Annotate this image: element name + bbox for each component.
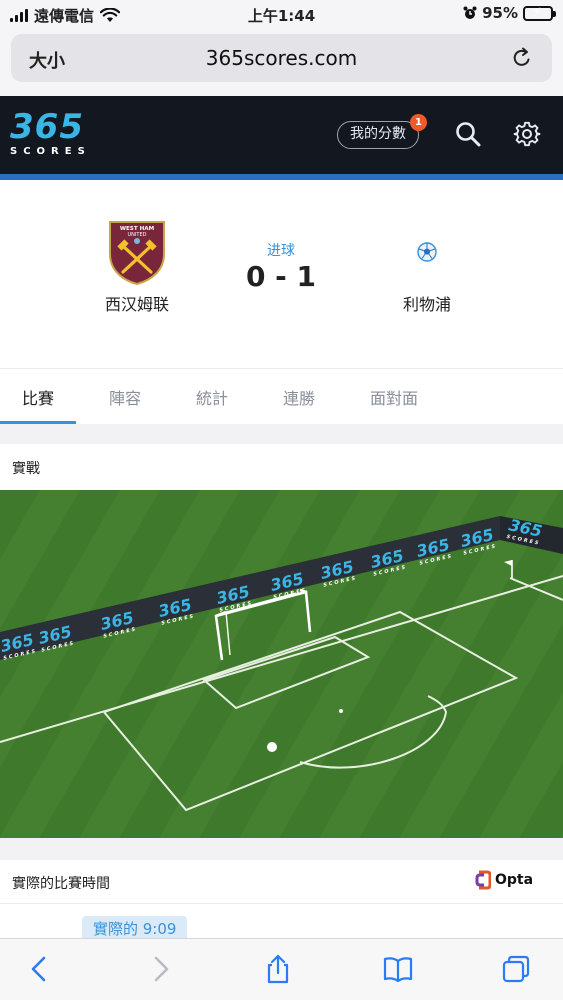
penalty-spot [339, 709, 343, 713]
app-logo[interactable]: 365 SCORES [10, 110, 91, 157]
live-section-header: 實戰 [0, 444, 563, 490]
my-scores-button[interactable]: 我的分數 [337, 121, 419, 149]
back-icon[interactable] [24, 953, 56, 985]
battery-percent: 95% [482, 4, 518, 22]
active-tab-indicator [0, 421, 76, 424]
live-section-title: 實戰 [12, 461, 40, 477]
match-status: 进球 [267, 243, 295, 259]
search-icon[interactable] [454, 120, 482, 148]
tab-head-to-head[interactable]: 面對面 [370, 385, 418, 409]
home-team-name[interactable]: 西汉姆联 [90, 291, 184, 315]
west-ham-crest[interactable]: WEST HAM UNITED [108, 220, 166, 286]
live-pitch-view: 365SCORES 365SCORES 365SCORES 365SCORES … [0, 490, 563, 838]
match-header: WEST HAM UNITED 西汉姆联 进球 0 - 1 利物浦 [0, 180, 563, 368]
svg-text:UNITED: UNITED [128, 232, 147, 238]
tab-streaks[interactable]: 連勝 [283, 385, 315, 409]
notification-badge: 1 [410, 114, 427, 131]
match-tabs: 比賽 陣容 統計 連勝 面對面 [0, 368, 563, 424]
gear-icon[interactable] [513, 120, 541, 148]
ball-position [267, 742, 277, 752]
battery-icon: ⚡ [523, 5, 556, 21]
tabs-icon[interactable] [500, 953, 532, 985]
address-bar[interactable]: 大小 365scores.com [11, 34, 552, 82]
bookmarks-icon[interactable] [382, 953, 414, 985]
forward-icon[interactable] [144, 953, 176, 985]
match-score: 0 - 1 [245, 260, 317, 293]
match-time-title: 實際的比賽時間 [12, 876, 110, 892]
reload-icon[interactable] [510, 46, 534, 70]
browser-toolbar [0, 938, 563, 1000]
status-bar: 遠傳電信 上午1:44 95% ⚡ [0, 0, 563, 30]
soccer-ball-icon[interactable] [417, 242, 437, 262]
share-icon[interactable] [262, 953, 294, 985]
tab-match[interactable]: 比賽 [22, 385, 54, 409]
opta-logo: Opta [475, 870, 533, 890]
tab-lineups[interactable]: 陣容 [109, 385, 141, 409]
match-time-header: 實際的比賽時間 Opta [0, 860, 563, 904]
opta-icon [475, 870, 491, 890]
url-text[interactable]: 365scores.com [11, 46, 552, 70]
browser-chrome: 大小 365scores.com [0, 30, 563, 96]
alarm-icon [463, 6, 477, 19]
tab-stats[interactable]: 統計 [196, 385, 228, 409]
away-team-name[interactable]: 利物浦 [380, 291, 474, 315]
